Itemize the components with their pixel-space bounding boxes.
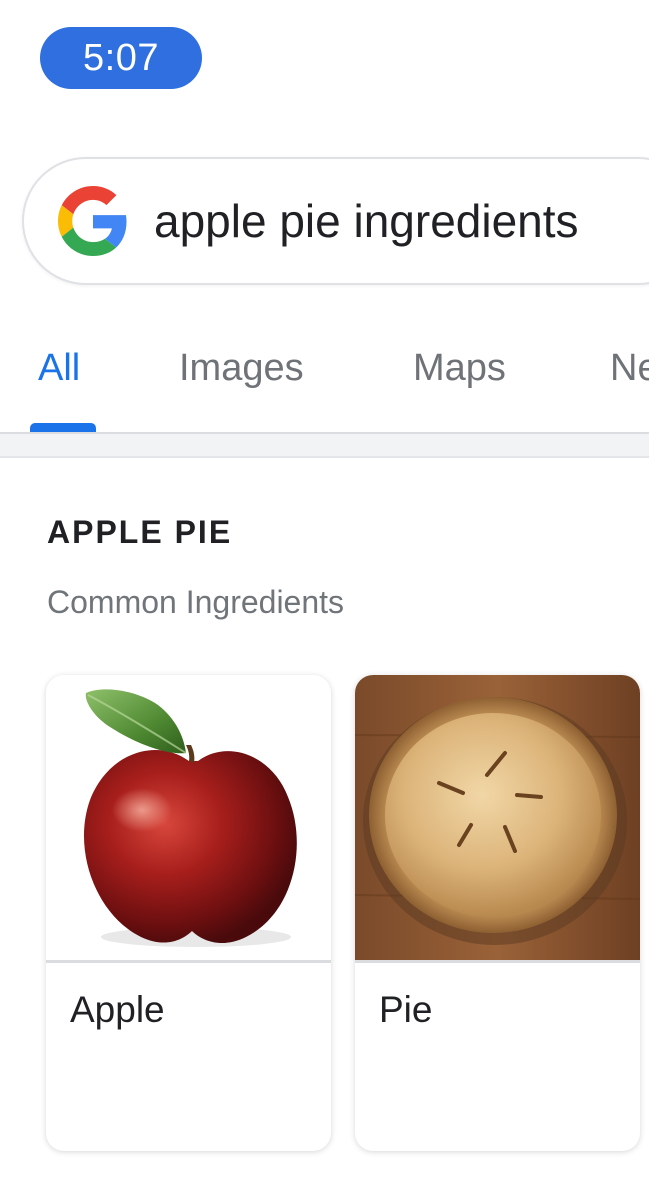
- tab-maps[interactable]: Maps: [413, 348, 506, 388]
- status-time: 5:07: [40, 27, 202, 89]
- card-label-apple: Apple: [70, 989, 165, 1030]
- search-results-page: 5:07 apple pie ingredients All Images Ma…: [0, 0, 649, 1184]
- search-query-text[interactable]: apple pie ingredients: [154, 190, 579, 252]
- apple-image: [46, 675, 331, 960]
- tab-all[interactable]: All: [38, 348, 80, 388]
- google-logo-icon: [58, 186, 127, 256]
- pie-image: [355, 675, 640, 960]
- section-gap: [0, 434, 649, 456]
- card-divider: [46, 960, 331, 963]
- section-gap-line: [0, 456, 649, 458]
- card-label-pie: Pie: [379, 989, 433, 1030]
- tab-news[interactable]: News: [610, 348, 649, 388]
- tab-images[interactable]: Images: [179, 348, 304, 388]
- knowledge-title: APPLE PIE: [47, 514, 233, 550]
- knowledge-subtitle: Common Ingredients: [47, 584, 345, 620]
- card-divider: [355, 960, 640, 963]
- ingredient-card-pie[interactable]: Pie: [355, 675, 640, 1151]
- ingredient-card-apple[interactable]: Apple: [46, 675, 331, 1151]
- search-tabs: All Images Maps News: [0, 330, 649, 432]
